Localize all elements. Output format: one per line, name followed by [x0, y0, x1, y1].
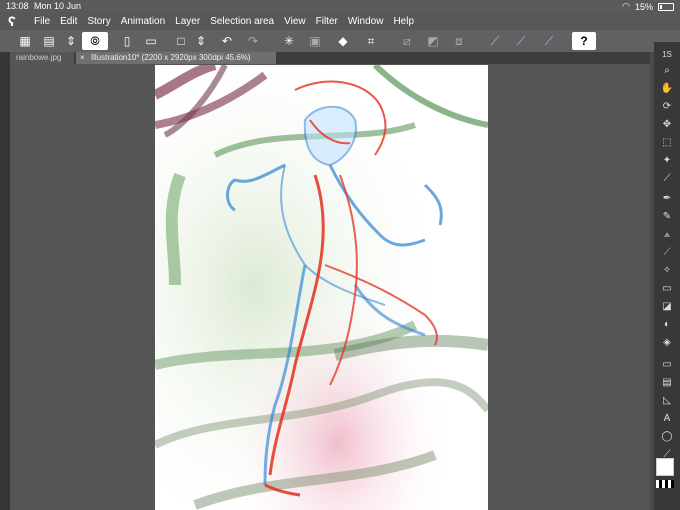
pencil-icon[interactable]: ✎ — [658, 210, 676, 224]
status-time: 13:08 — [6, 1, 29, 11]
battery-label: 15% — [634, 1, 653, 12]
close-icon[interactable]: × — [80, 53, 85, 62]
drawing-canvas[interactable] — [155, 65, 488, 510]
menu-items: File Edit Story Animation Layer Selectio… — [34, 16, 414, 27]
ruler-icon[interactable]: ⟋ — [486, 32, 504, 50]
bucket-icon[interactable]: ◈ — [658, 336, 676, 350]
tab-rainbowe[interactable]: rainbowe.jpg — [10, 52, 74, 64]
pen-icon[interactable]: ✒ — [658, 192, 676, 206]
zoom-icon[interactable]: ⌕ — [658, 64, 676, 78]
tab-illustration10-label: Illustration10* (2200 x 2920px 300dpi 45… — [90, 53, 251, 62]
app-logo-icon[interactable]: ʕ — [8, 13, 16, 29]
rotate-icon[interactable]: ⟳ — [658, 100, 676, 114]
command-bar: ▦ ▤ ⇕ ⦾ ▯ ▭ □ ⇕ ↶ ↷ ✳ ▣ ◆ ⌗ ⧄ ◩ ⧈ ⟋ ⟋ ⟋ … — [0, 30, 680, 52]
sketch-artwork — [155, 65, 488, 510]
status-bar: 13:08 Mon 10 Jun ◠ 15% — [0, 0, 680, 12]
snap-guide-icon[interactable]: ⟋ — [540, 32, 558, 50]
menu-selection-area[interactable]: Selection area — [210, 16, 274, 27]
menu-help[interactable]: Help — [393, 16, 414, 27]
tab-illustration10[interactable]: × Illustration10* (2200 x 2920px 300dpi … — [76, 52, 276, 64]
stepper-icon[interactable]: ⇕ — [62, 32, 80, 50]
open-file-icon[interactable]: ▭ — [142, 32, 160, 50]
menu-story[interactable]: Story — [87, 16, 110, 27]
status-right: ◠ 15% — [622, 1, 674, 12]
left-panel-strip[interactable] — [0, 52, 10, 510]
sub-color-swatch[interactable] — [656, 480, 674, 488]
spiral-icon[interactable]: ⦾ — [82, 32, 108, 50]
new-file-icon[interactable]: ▯ — [118, 32, 136, 50]
selection-icon[interactable]: ⧈ — [450, 32, 468, 50]
help-button[interactable]: ? — [572, 32, 596, 50]
tool-palette: 1S ⌕ ✋ ⟳ ✥ ⬚ ✦ ⟋ ✒ ✎ ⟑ ⟋ ✧ ▭ ◪ ◐ ◈ ▭ ▤ ◺… — [654, 42, 680, 510]
wifi-icon: ◠ — [622, 1, 630, 11]
menu-edit[interactable]: Edit — [60, 16, 77, 27]
menu-bar: ʕ File Edit Story Animation Layer Select… — [0, 12, 680, 30]
text-tool-icon[interactable]: A — [658, 412, 676, 426]
selection-tool-icon[interactable]: ⬚ — [658, 136, 676, 150]
monitor-icon[interactable]: ▤ — [40, 32, 58, 50]
menu-layer[interactable]: Layer — [175, 16, 200, 27]
menu-view[interactable]: View — [284, 16, 306, 27]
menu-animation[interactable]: Animation — [121, 16, 165, 27]
stepper-icon-2[interactable]: ⇕ — [192, 32, 210, 50]
menu-window[interactable]: Window — [348, 16, 384, 27]
brush-icon[interactable]: ⟑ — [658, 228, 676, 242]
eraser-icon[interactable]: ◆ — [334, 32, 352, 50]
magic-wand-icon[interactable]: ✦ — [658, 154, 676, 168]
ruler-tool-icon[interactable]: ◺ — [658, 394, 676, 408]
deselect-icon[interactable]: ⧄ — [398, 32, 416, 50]
move-icon[interactable]: ✥ — [658, 118, 676, 132]
battery-icon — [658, 2, 674, 11]
redo-icon[interactable]: ↷ — [244, 32, 262, 50]
undo-icon[interactable]: ↶ — [218, 32, 236, 50]
loading-icon[interactable]: ✳ — [280, 32, 298, 50]
frame-icon[interactable]: ▭ — [658, 358, 676, 372]
fill-icon[interactable]: ◪ — [658, 300, 676, 314]
hand-icon[interactable]: ✋ — [658, 82, 676, 96]
eyedropper-icon[interactable]: ⟋ — [658, 172, 676, 186]
panel-icon[interactable]: ▤ — [658, 376, 676, 390]
panel-badge-icon[interactable]: 1S — [658, 48, 676, 62]
balloon-icon[interactable]: ◯ — [658, 430, 676, 444]
transform-icon[interactable]: ▣ — [306, 32, 324, 50]
status-date: Mon 10 Jun — [34, 1, 82, 11]
main-color-swatch[interactable] — [656, 458, 674, 476]
decoration-icon[interactable]: ✧ — [658, 264, 676, 278]
grid-icon[interactable]: ▦ — [16, 32, 34, 50]
blend-icon[interactable]: ◐ — [658, 318, 676, 332]
crop-icon[interactable]: ⌗ — [362, 32, 380, 50]
menu-file[interactable]: File — [34, 16, 50, 27]
airbrush-icon[interactable]: ⟋ — [658, 246, 676, 260]
snap-ruler-icon[interactable]: ⟋ — [512, 32, 530, 50]
menu-filter[interactable]: Filter — [316, 16, 338, 27]
eraser-tool-icon[interactable]: ▭ — [658, 282, 676, 296]
document-tabs: rainbowe.jpg × Illustration10* (2200 x 2… — [10, 52, 650, 64]
gradient-icon[interactable]: ◩ — [424, 32, 442, 50]
color-swatch-icon[interactable]: □ — [172, 32, 190, 50]
